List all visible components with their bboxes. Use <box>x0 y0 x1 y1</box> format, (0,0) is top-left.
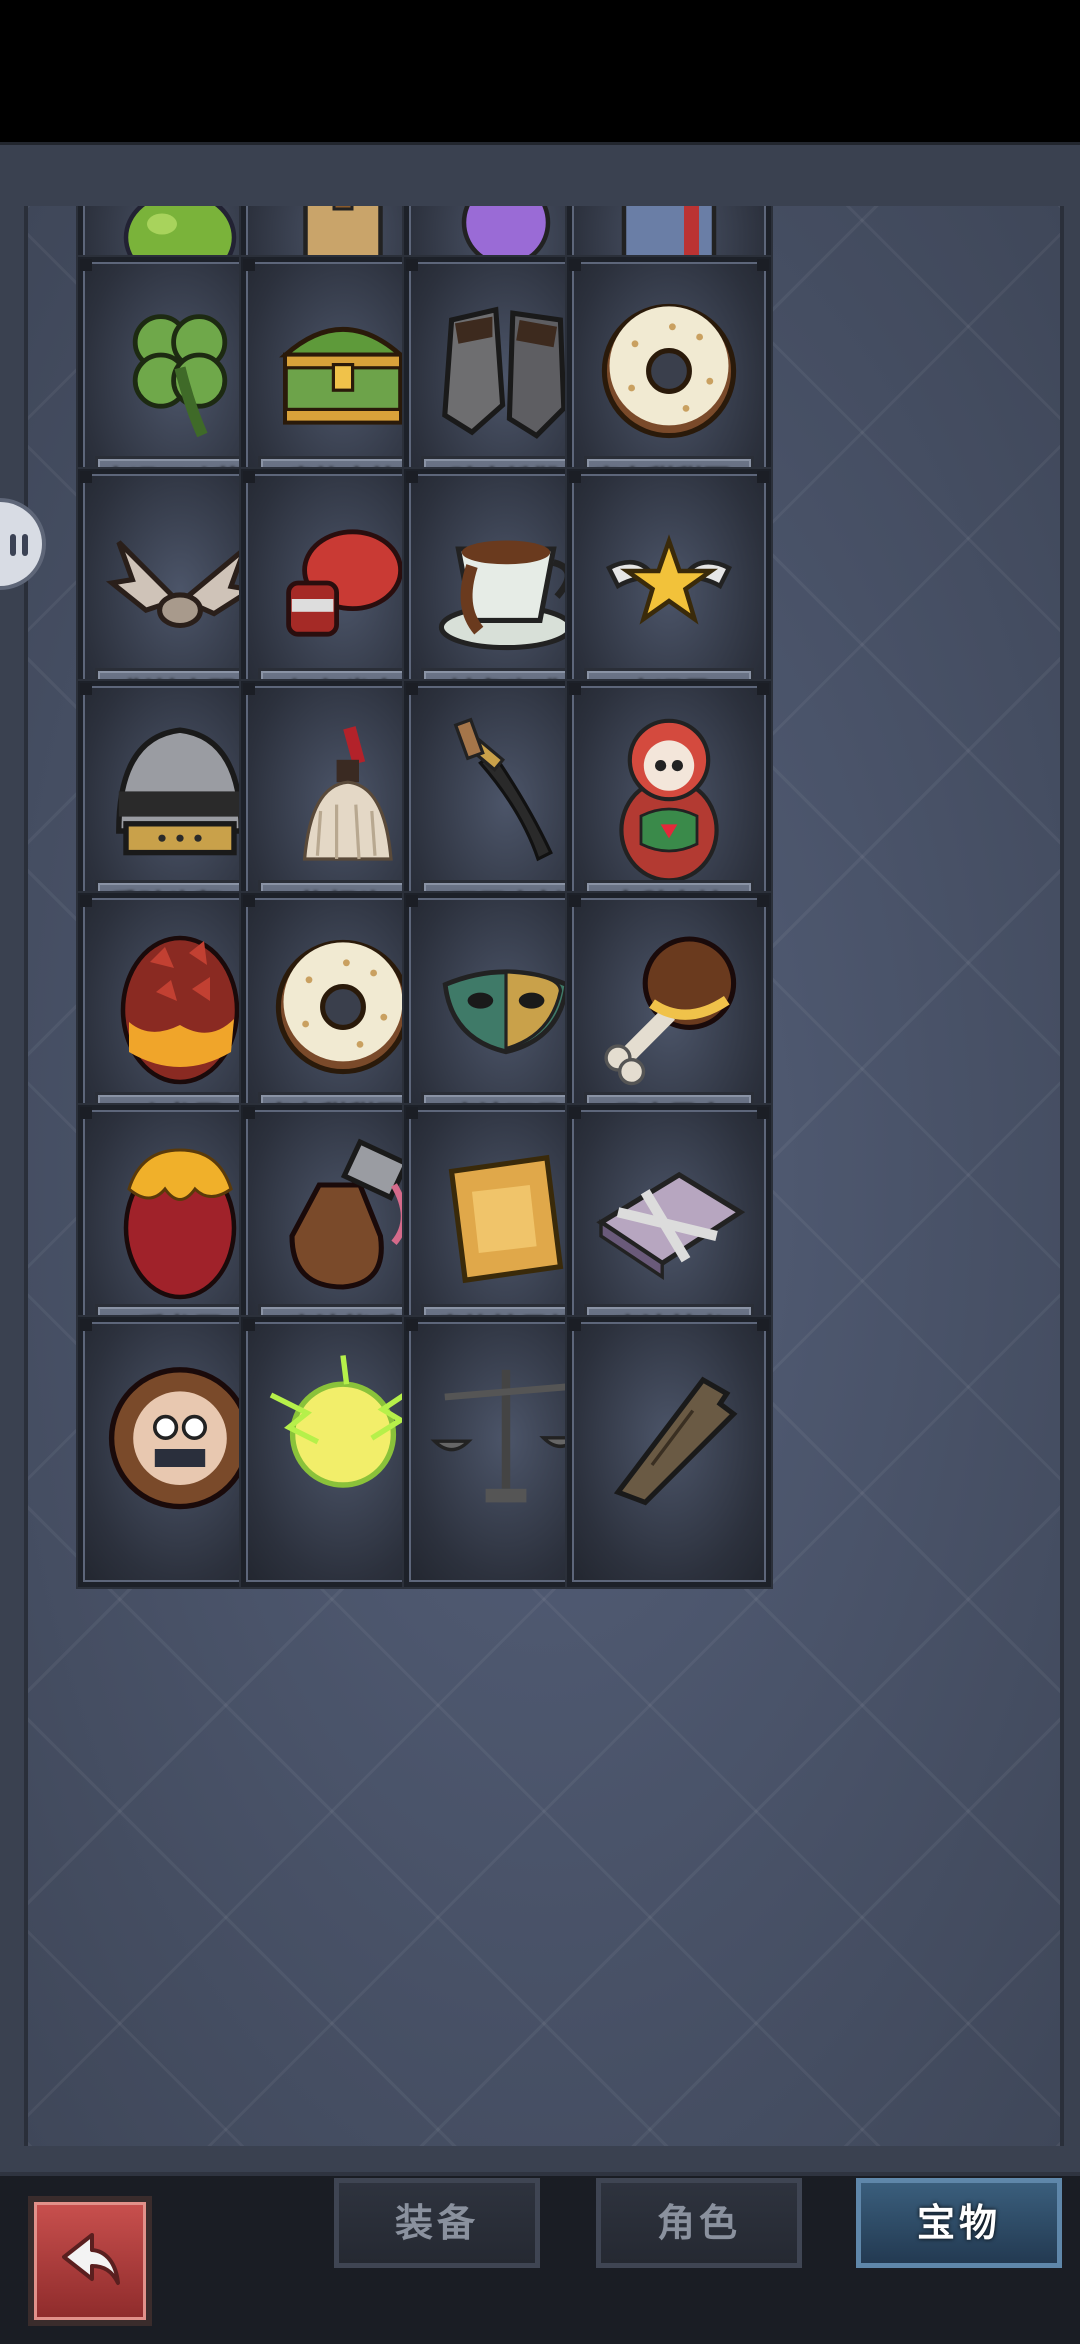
balance-scale-icon <box>421 1346 591 1516</box>
back-arrow-icon <box>62 2233 120 2285</box>
forbidden-book-icon <box>579 1134 759 1304</box>
donut-icon <box>258 922 428 1092</box>
short-sword-icon <box>426 705 586 885</box>
four-leaf-clover-icon <box>100 291 260 451</box>
tab-character[interactable]: 角色 <box>596 2178 802 2268</box>
broken-wood-icon <box>584 1346 754 1516</box>
donut-icon <box>584 286 754 456</box>
treasure-grid-panel[interactable]: 亲嘴苹果V猎人赏金魔法水晶球魔法笔记幸运四叶草II贵族宝箱骑士铁靴瘦身甜甜圈II… <box>24 206 1064 2146</box>
love-dragon-egg-icon <box>105 1129 255 1309</box>
treasure-card[interactable] <box>567 1317 771 1587</box>
winged-star-icon <box>579 508 759 658</box>
meat-drumstick-icon <box>584 922 754 1092</box>
fire-dragon-egg-icon <box>105 917 255 1097</box>
boxing-glove-icon <box>258 503 428 663</box>
bear-paw-icon <box>258 1134 428 1304</box>
top-black-bar <box>0 0 1080 142</box>
mop-head-icon <box>263 705 423 885</box>
tab-equipment[interactable]: 装备 <box>334 2178 540 2268</box>
back-button[interactable] <box>28 2196 152 2326</box>
chipped-coffee-icon <box>421 498 591 668</box>
candy-wrapper-icon <box>421 1134 591 1304</box>
nesting-doll-icon <box>599 700 739 890</box>
treasure-chest-icon <box>258 291 428 451</box>
tab-treasure[interactable]: 宝物 <box>856 2178 1062 2268</box>
treasure-grid: 亲嘴苹果V猎人赏金魔法水晶球魔法笔记幸运四叶草II贵族宝箱骑士铁靴瘦身甜甜圈II… <box>28 206 1060 2146</box>
iron-boots-icon <box>421 286 591 456</box>
